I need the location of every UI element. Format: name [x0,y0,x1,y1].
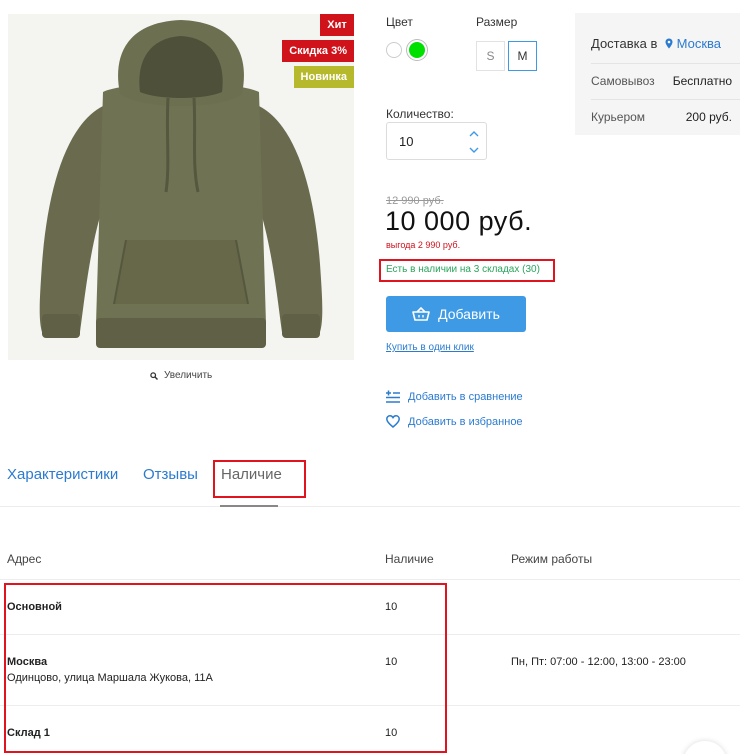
heart-icon [386,415,400,428]
tab-characteristics[interactable]: Характеристики [7,466,118,483]
tab-availability[interactable]: Наличие [221,466,282,483]
badge-discount: Скидка 3% [282,40,354,62]
badge-hit: Хит [320,14,354,36]
delivery-pickup-label: Самовывоз [591,74,655,88]
delivery-title: Доставка в Москва [591,36,721,51]
store-name: Склад 1 [7,727,50,739]
tabs-divider [0,506,740,507]
store-qty: 10 [385,656,398,668]
store-address: Одинцово, улица Маршала Жукова, 11А [7,672,213,684]
delivery-courier-label: Курьером [591,110,646,124]
column-header-address: Адрес [7,552,42,566]
table-divider [0,634,740,635]
delivery-city-link[interactable]: Москва [677,36,721,51]
add-to-favorites-link[interactable]: Добавить в избранное [386,415,523,428]
table-divider [0,579,740,580]
color-label: Цвет [386,15,413,29]
compare-icon [386,390,400,403]
color-swatch-white[interactable] [386,42,402,58]
stepper-arrows-icon[interactable] [468,128,480,156]
size-option-m[interactable]: M [508,41,537,71]
store-name: Москва [7,656,48,668]
add-button-label: Добавить [438,306,500,322]
active-tab-indicator [220,505,278,507]
quantity-stepper[interactable]: 10 [386,122,487,160]
buy-one-click-link[interactable]: Купить в один клик [386,342,474,353]
size-label: Размер [476,15,518,29]
zoom-label: Увеличить [164,370,213,381]
store-qty: 10 [385,727,398,739]
scroll-up-button[interactable] [683,741,727,754]
color-swatch-green[interactable] [409,42,425,58]
add-to-compare-link[interactable]: Добавить в сравнение [386,390,523,403]
highlight-stores [4,583,447,753]
badges: Хит Скидка 3% Новинка [282,14,354,88]
quantity-value: 10 [399,134,414,149]
zoom-link[interactable]: Увеличить [150,370,212,381]
tab-reviews[interactable]: Отзывы [143,466,198,483]
basket-icon [412,307,430,321]
price: 10 000 руб. [385,206,533,236]
delivery-panel: Доставка в Москва Самовывоз Бесплатно Ку… [575,13,740,135]
store-hours: Пн, Пт: 07:00 - 12:00, 13:00 - 23:00 [511,656,686,668]
size-option-s[interactable]: S [476,41,505,71]
delivery-row-pickup: Самовывоз Бесплатно [591,74,732,88]
add-to-cart-button[interactable]: Добавить [386,296,526,332]
compare-label: Добавить в сравнение [408,390,523,403]
delivery-row-courier: Курьером 200 руб. [591,110,732,124]
badge-new: Новинка [293,66,354,88]
location-pin-icon [665,38,673,49]
magnifier-icon [150,371,158,380]
quantity-label: Количество: [386,107,454,121]
delivery-pickup-value: Бесплатно [672,74,732,88]
store-name: Основной [7,601,62,613]
delivery-divider [591,99,740,100]
column-header-stock: Наличие [385,552,434,566]
product-image[interactable]: Хит Скидка 3% Новинка [8,14,354,360]
store-qty: 10 [385,601,398,613]
delivery-title-label: Доставка в [591,36,658,51]
table-divider [0,705,740,706]
delivery-courier-value: 200 руб. [685,110,732,124]
column-header-hours: Режим работы [511,552,593,566]
favorites-label: Добавить в избранное [408,415,523,428]
stock-status: Есть в наличии на 3 складах (30) [386,264,540,275]
delivery-divider [591,63,740,64]
savings: выгода 2 990 руб. [386,240,461,250]
